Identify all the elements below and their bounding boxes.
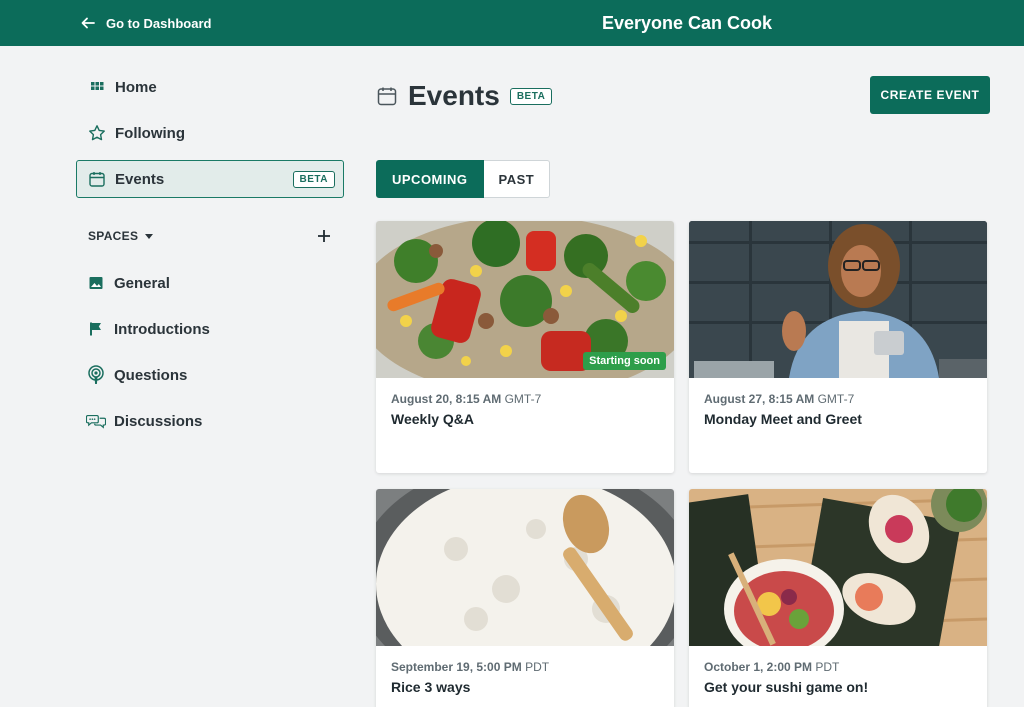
space-item-discussions[interactable]: Discussions — [76, 402, 344, 440]
beta-badge: BETA — [509, 87, 553, 105]
sidebar-item-label: Events — [115, 170, 165, 188]
app-title: Everyone Can Cook — [601, 12, 773, 33]
chat-bubbles-icon — [86, 411, 106, 431]
event-card-weekly-qa[interactable]: Starting soon August 20, 8:15 AM GMT-7 W… — [376, 221, 674, 473]
grid-icon — [87, 77, 107, 97]
sidebar-item-label: Following — [115, 124, 185, 142]
event-title: Rice 3 ways — [391, 679, 471, 695]
sidebar-item-home[interactable]: Home — [76, 68, 344, 106]
sidebar-item-events[interactable]: Events BETA — [76, 160, 344, 198]
event-tabs: UPCOMING PAST — [376, 160, 551, 198]
event-card-rice[interactable]: September 19, 5:00 PM PDT Rice 3 ways — [376, 489, 674, 707]
space-item-label: General — [114, 274, 170, 292]
sidebar-item-label: Home — [115, 78, 157, 96]
event-date: August 27, 8:15 AM GMT-7 — [704, 392, 855, 406]
plus-icon[interactable] — [316, 228, 332, 244]
create-event-button[interactable]: CREATE EVENT — [870, 76, 990, 114]
event-image-stir-fry: Starting soon — [376, 221, 674, 378]
starting-soon-badge: Starting soon — [583, 352, 666, 370]
page-header: Events BETA — [376, 76, 553, 116]
event-date: August 20, 8:15 AM GMT-7 — [391, 392, 542, 406]
space-item-label: Questions — [114, 366, 188, 384]
event-date: October 1, 2:00 PM PDT — [704, 660, 840, 674]
top-bar: Go to Dashboard Everyone Can Cook — [0, 0, 1024, 46]
image-icon — [86, 273, 106, 293]
event-image-woman-waving — [689, 221, 987, 378]
tab-upcoming[interactable]: UPCOMING — [376, 160, 484, 198]
event-date: September 19, 5:00 PM PDT — [391, 660, 550, 674]
event-title: Weekly Q&A — [391, 411, 474, 427]
space-item-label: Introductions — [114, 320, 210, 338]
calendar-icon — [377, 87, 397, 106]
beta-badge: BETA — [292, 170, 335, 188]
star-icon — [87, 123, 107, 143]
flag-icon — [86, 319, 106, 339]
event-card-sushi[interactable]: October 1, 2:00 PM PDT Get your sushi ga… — [689, 489, 987, 707]
event-title: Monday Meet and Greet — [704, 411, 862, 427]
podcast-icon — [86, 365, 106, 385]
event-image-sushi — [689, 489, 987, 646]
sidebar: Home Following Events BETA SPACES Genera… — [76, 68, 344, 448]
space-item-general[interactable]: General — [76, 264, 344, 302]
page-title: Events — [408, 80, 500, 111]
space-item-label: Discussions — [114, 412, 203, 430]
tab-past[interactable]: PAST — [483, 160, 551, 198]
event-card-monday-meet[interactable]: August 27, 8:15 AM GMT-7 Monday Meet and… — [689, 221, 987, 473]
space-item-questions[interactable]: Questions — [76, 356, 344, 394]
caret-down-icon[interactable] — [144, 231, 154, 241]
event-image-rice-bowl — [376, 489, 674, 646]
spaces-label: SPACES — [88, 229, 139, 243]
event-title: Get your sushi game on! — [704, 679, 869, 695]
spaces-header: SPACES — [76, 224, 344, 248]
calendar-icon — [87, 169, 107, 189]
space-item-introductions[interactable]: Introductions — [76, 310, 344, 348]
sidebar-item-following[interactable]: Following — [76, 114, 344, 152]
events-grid: Starting soon August 20, 8:15 AM GMT-7 W… — [376, 221, 988, 707]
